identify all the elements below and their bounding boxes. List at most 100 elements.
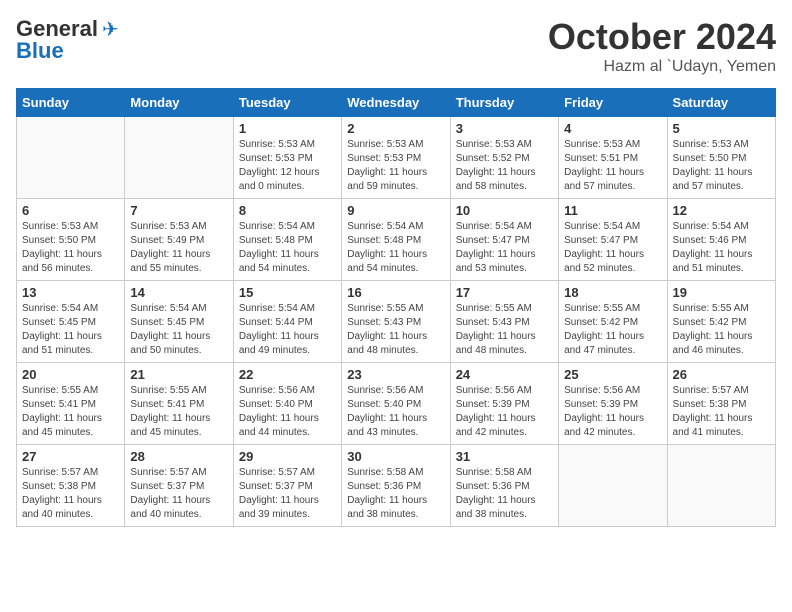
day-number: 21: [130, 367, 227, 382]
day-number: 31: [456, 449, 553, 464]
day-number: 6: [22, 203, 119, 218]
day-info: Sunrise: 5:54 AM Sunset: 5:46 PM Dayligh…: [673, 220, 770, 276]
day-number: 20: [22, 367, 119, 382]
calendar-week-row: 13 Sunrise: 5:54 AM Sunset: 5:45 PM Dayli…: [17, 281, 776, 363]
day-info: Sunrise: 5:54 AM Sunset: 5:47 PM Dayligh…: [456, 220, 553, 276]
location-title: Hazm al `Udayn, Yemen: [548, 58, 776, 76]
table-row: 26 Sunrise: 5:57 AM Sunset: 5:38 PM Dayli…: [667, 363, 775, 445]
col-wednesday: Wednesday: [342, 89, 450, 117]
day-info: Sunrise: 5:57 AM Sunset: 5:37 PM Dayligh…: [130, 466, 227, 522]
table-row: 6 Sunrise: 5:53 AM Sunset: 5:50 PM Daylig…: [17, 199, 125, 281]
col-saturday: Saturday: [667, 89, 775, 117]
table-row: 22 Sunrise: 5:56 AM Sunset: 5:40 PM Dayli…: [233, 363, 341, 445]
col-sunday: Sunday: [17, 89, 125, 117]
day-number: 28: [130, 449, 227, 464]
day-number: 16: [347, 285, 444, 300]
day-info: Sunrise: 5:54 AM Sunset: 5:44 PM Dayligh…: [239, 302, 336, 358]
table-row: 2 Sunrise: 5:53 AM Sunset: 5:53 PM Daylig…: [342, 117, 450, 199]
table-row: 19 Sunrise: 5:55 AM Sunset: 5:42 PM Dayli…: [667, 281, 775, 363]
table-row: 31Sunrise: 5:58 AM Sunset: 5:36 PM Dayli…: [450, 445, 558, 527]
day-info: Sunrise: 5:57 AM Sunset: 5:37 PM Dayligh…: [239, 466, 336, 522]
day-number: 25: [564, 367, 661, 382]
bird-icon: ✈: [102, 17, 119, 42]
table-row: 7 Sunrise: 5:53 AM Sunset: 5:49 PM Daylig…: [125, 199, 233, 281]
table-row: [17, 117, 125, 199]
day-info: Sunrise: 5:57 AM Sunset: 5:38 PM Dayligh…: [673, 384, 770, 440]
day-info: Sunrise: 5:56 AM Sunset: 5:39 PM Dayligh…: [564, 384, 661, 440]
day-number: 26: [673, 367, 770, 382]
day-info: Sunrise: 5:55 AM Sunset: 5:42 PM Dayligh…: [673, 302, 770, 358]
day-number: 22: [239, 367, 336, 382]
day-info: Sunrise: 5:53 AM Sunset: 5:53 PM Dayligh…: [347, 138, 444, 194]
day-number: 30: [347, 449, 444, 464]
table-row: [559, 445, 667, 527]
day-info: Sunrise: 5:56 AM Sunset: 5:40 PM Dayligh…: [239, 384, 336, 440]
day-number: 23: [347, 367, 444, 382]
table-row: [667, 445, 775, 527]
day-info: Sunrise: 5:53 AM Sunset: 5:50 PM Dayligh…: [22, 220, 119, 276]
day-number: 29: [239, 449, 336, 464]
table-row: 14 Sunrise: 5:54 AM Sunset: 5:45 PM Dayli…: [125, 281, 233, 363]
logo-blue: Blue: [16, 38, 64, 64]
day-info: Sunrise: 5:57 AM Sunset: 5:38 PM Dayligh…: [22, 466, 119, 522]
calendar-week-row: 6 Sunrise: 5:53 AM Sunset: 5:50 PM Daylig…: [17, 199, 776, 281]
day-info: Sunrise: 5:53 AM Sunset: 5:53 PM Dayligh…: [239, 138, 336, 194]
day-number: 17: [456, 285, 553, 300]
day-info: Sunrise: 5:53 AM Sunset: 5:51 PM Dayligh…: [564, 138, 661, 194]
col-monday: Monday: [125, 89, 233, 117]
table-row: 16 Sunrise: 5:55 AM Sunset: 5:43 PM Dayli…: [342, 281, 450, 363]
day-info: Sunrise: 5:54 AM Sunset: 5:45 PM Dayligh…: [22, 302, 119, 358]
day-number: 14: [130, 285, 227, 300]
table-row: 10 Sunrise: 5:54 AM Sunset: 5:47 PM Dayli…: [450, 199, 558, 281]
day-number: 24: [456, 367, 553, 382]
day-info: Sunrise: 5:53 AM Sunset: 5:49 PM Dayligh…: [130, 220, 227, 276]
day-info: Sunrise: 5:53 AM Sunset: 5:50 PM Dayligh…: [673, 138, 770, 194]
day-number: 13: [22, 285, 119, 300]
day-info: Sunrise: 5:53 AM Sunset: 5:52 PM Dayligh…: [456, 138, 553, 194]
calendar-table: Sunday Monday Tuesday Wednesday Thursday…: [16, 88, 776, 527]
day-number: 7: [130, 203, 227, 218]
table-row: 29 Sunrise: 5:57 AM Sunset: 5:37 PM Dayli…: [233, 445, 341, 527]
day-info: Sunrise: 5:54 AM Sunset: 5:48 PM Dayligh…: [239, 220, 336, 276]
day-number: 5: [673, 121, 770, 136]
day-number: 4: [564, 121, 661, 136]
day-info: Sunrise: 5:56 AM Sunset: 5:40 PM Dayligh…: [347, 384, 444, 440]
table-row: 9 Sunrise: 5:54 AM Sunset: 5:48 PM Daylig…: [342, 199, 450, 281]
calendar-week-row: 27Sunrise: 5:57 AM Sunset: 5:38 PM Dayli…: [17, 445, 776, 527]
day-info: Sunrise: 5:58 AM Sunset: 5:36 PM Dayligh…: [347, 466, 444, 522]
page-header: General ✈ Blue October 2024 Hazm al `Uda…: [16, 16, 776, 76]
calendar-header-row: Sunday Monday Tuesday Wednesday Thursday…: [17, 89, 776, 117]
table-row: 3 Sunrise: 5:53 AM Sunset: 5:52 PM Daylig…: [450, 117, 558, 199]
table-row: 12 Sunrise: 5:54 AM Sunset: 5:46 PM Dayli…: [667, 199, 775, 281]
table-row: 20 Sunrise: 5:55 AM Sunset: 5:41 PM Dayli…: [17, 363, 125, 445]
table-row: 24 Sunrise: 5:56 AM Sunset: 5:39 PM Dayli…: [450, 363, 558, 445]
logo: General ✈ Blue: [16, 16, 119, 64]
table-row: 30 Sunrise: 5:58 AM Sunset: 5:36 PM Dayli…: [342, 445, 450, 527]
table-row: 27Sunrise: 5:57 AM Sunset: 5:38 PM Dayli…: [17, 445, 125, 527]
day-number: 1: [239, 121, 336, 136]
day-info: Sunrise: 5:55 AM Sunset: 5:41 PM Dayligh…: [22, 384, 119, 440]
day-number: 2: [347, 121, 444, 136]
table-row: 13 Sunrise: 5:54 AM Sunset: 5:45 PM Dayli…: [17, 281, 125, 363]
day-info: Sunrise: 5:55 AM Sunset: 5:42 PM Dayligh…: [564, 302, 661, 358]
day-number: 19: [673, 285, 770, 300]
table-row: 11Sunrise: 5:54 AM Sunset: 5:47 PM Dayli…: [559, 199, 667, 281]
table-row: 5 Sunrise: 5:53 AM Sunset: 5:50 PM Daylig…: [667, 117, 775, 199]
day-info: Sunrise: 5:54 AM Sunset: 5:45 PM Dayligh…: [130, 302, 227, 358]
day-number: 3: [456, 121, 553, 136]
day-number: 10: [456, 203, 553, 218]
day-info: Sunrise: 5:54 AM Sunset: 5:48 PM Dayligh…: [347, 220, 444, 276]
day-info: Sunrise: 5:56 AM Sunset: 5:39 PM Dayligh…: [456, 384, 553, 440]
day-number: 9: [347, 203, 444, 218]
table-row: 18Sunrise: 5:55 AM Sunset: 5:42 PM Dayli…: [559, 281, 667, 363]
day-info: Sunrise: 5:55 AM Sunset: 5:43 PM Dayligh…: [347, 302, 444, 358]
day-number: 15: [239, 285, 336, 300]
day-number: 8: [239, 203, 336, 218]
day-info: Sunrise: 5:55 AM Sunset: 5:41 PM Dayligh…: [130, 384, 227, 440]
col-friday: Friday: [559, 89, 667, 117]
day-number: 12: [673, 203, 770, 218]
table-row: 1 Sunrise: 5:53 AM Sunset: 5:53 PM Daylig…: [233, 117, 341, 199]
day-number: 11: [564, 203, 661, 218]
table-row: 21 Sunrise: 5:55 AM Sunset: 5:41 PM Dayli…: [125, 363, 233, 445]
calendar-week-row: 20 Sunrise: 5:55 AM Sunset: 5:41 PM Dayli…: [17, 363, 776, 445]
